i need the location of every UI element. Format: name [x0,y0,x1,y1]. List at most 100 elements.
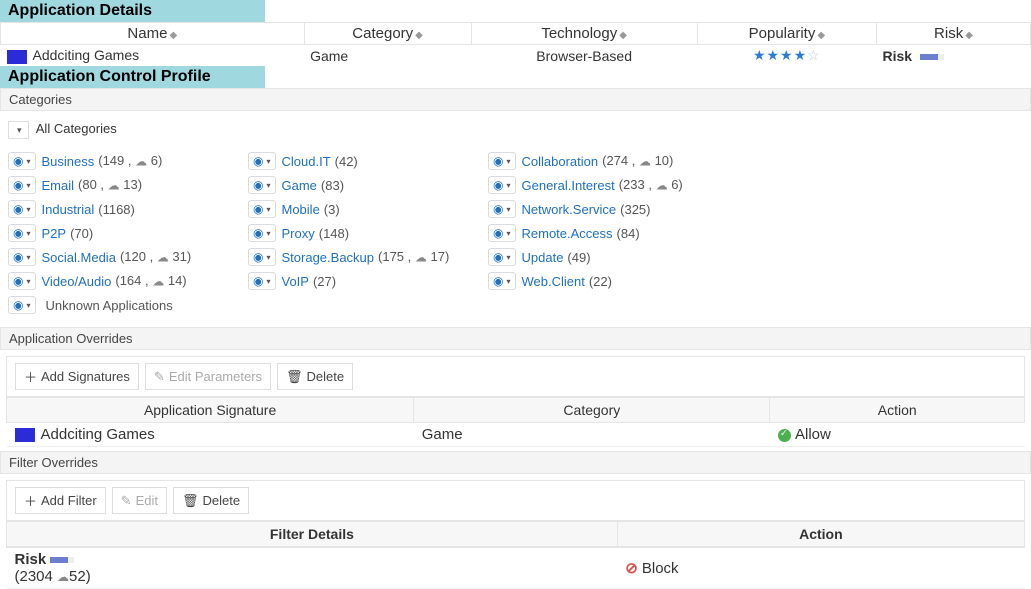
action-dropdown[interactable]: ◉▾ [248,224,276,242]
category-item[interactable]: ◉▾Remote.Access (84) [488,221,698,245]
override-row[interactable]: Addciting Games Game Allow [7,423,1025,447]
eye-icon: ◉ [13,154,23,168]
delete-filter-button[interactable]: 🗑Delete [173,487,249,514]
category-item[interactable]: ◉▾Web.Client (22) [488,269,698,293]
category-link[interactable]: Email [42,178,75,193]
category-item[interactable]: ◉▾ Email (80 , ☁ 13) [8,173,218,197]
app-overrides-toolbar: ＋Add Signatures ✎Edit Parameters 🗑Delete [6,356,1025,397]
action-dropdown[interactable]: ◉▾ [488,200,516,218]
category-item[interactable]: ◉▾General.Interest (233 , ☁ 6) [488,173,698,197]
action-dropdown[interactable]: ◉▾ [488,176,516,194]
action-dropdown[interactable]: ◉▾ [248,152,276,170]
col-technology[interactable]: Technology◆ [471,23,697,45]
cloud-icon: ☁ [157,251,169,265]
edit-button[interactable]: ✎Edit [112,487,167,514]
action-dropdown[interactable]: ◉▾ [248,176,276,194]
app-row[interactable]: Addciting Games Game Browser-Based ★★★★☆… [1,45,1031,67]
action-dropdown[interactable]: ◉▾ [488,152,516,170]
category-link[interactable]: Cloud.IT [282,154,331,169]
category-item[interactable]: ◉▾P2P (70) [8,221,218,245]
eye-icon: ◉ [493,250,503,264]
action-dropdown[interactable]: ◉▾ [8,176,36,194]
category-item[interactable]: ◉▾ Storage.Backup (175 , ☁ 17) [248,245,458,269]
add-filter-button[interactable]: ＋Add Filter [15,487,106,514]
eye-icon: ◉ [13,250,23,264]
category-link[interactable]: VoIP [282,274,309,289]
category-link[interactable]: Storage.Backup [282,250,375,265]
eye-icon: ◉ [13,274,23,288]
col-popularity[interactable]: Popularity◆ [697,23,876,45]
edit-parameters-button[interactable]: ✎Edit Parameters [145,363,271,390]
cloud-icon: ☁ [108,179,120,193]
category-link[interactable]: Proxy [282,226,315,241]
col-signature[interactable]: Application Signature [7,398,414,423]
eye-icon: ◉ [253,274,263,288]
col-action[interactable]: Action [770,398,1025,423]
add-signatures-button[interactable]: ＋Add Signatures [15,363,139,390]
category-link[interactable]: Business [42,154,95,169]
col-risk[interactable]: Risk◆ [876,23,1030,45]
action-dropdown[interactable]: ◉▾ [8,224,36,242]
action-dropdown[interactable]: ◉▾ [8,272,36,290]
category-link[interactable]: Network.Service [522,202,617,217]
category-item[interactable]: ◉▾VoIP (27) [248,269,458,293]
action-dropdown[interactable]: ◉▾ [8,200,36,218]
delete-button[interactable]: 🗑Delete [277,363,353,390]
category-item[interactable]: ◉▾ Update (49) [488,245,698,269]
trash-icon: 🗑 [286,369,303,385]
category-link[interactable]: General.Interest [522,178,615,193]
eye-icon: ◉ [493,202,503,216]
category-link[interactable]: Update [522,250,564,265]
category-item[interactable]: ◉▾Video/Audio (164 , ☁ 14) [8,269,218,293]
category-count: (49) [567,250,590,265]
category-link[interactable]: Mobile [282,202,320,217]
category-item[interactable]: ◉▾Proxy (148) [248,221,458,245]
category-link[interactable]: Industrial [42,202,95,217]
plus-icon: ＋ [24,491,37,510]
all-categories-dropdown[interactable]: ▾ [8,121,29,139]
action-dropdown[interactable]: ◉▾ [488,224,516,242]
category-link[interactable]: Remote.Access [522,226,613,241]
category-item[interactable]: ◉▾Unknown Applications [8,293,218,317]
action-dropdown[interactable]: ◉▾ [248,200,276,218]
category-item[interactable]: ◉▾Network.Service (325) [488,197,698,221]
eye-icon: ◉ [253,178,263,192]
category-link[interactable]: Social.Media [42,250,116,265]
action-dropdown[interactable]: ◉▾ [248,272,276,290]
category-item[interactable]: ◉▾ Social.Media (120 , ☁ 31) [8,245,218,269]
category-link[interactable]: Web.Client [522,274,585,289]
action-dropdown[interactable]: ◉▾ [8,296,36,314]
category-count: (175 , ☁ 17) [378,249,449,265]
category-count: (80 , ☁ 13) [78,177,142,193]
cloud-icon: ☁ [415,251,427,265]
col-name[interactable]: Name◆ [1,23,305,45]
category-count: (3) [324,202,340,217]
category-item[interactable]: ◉▾Cloud.IT (42) [248,149,458,173]
category-item[interactable]: ◉▾Collaboration (274 , ☁ 10) [488,149,698,173]
action-dropdown[interactable]: ◉▾ [8,248,36,266]
filter-row[interactable]: Risk (2304 ☁52) ⊘Block [7,547,1025,589]
category-item[interactable]: ◉▾Game (83) [248,173,458,197]
trash-icon: 🗑 [182,493,199,509]
risk-bar [920,54,938,60]
action-dropdown[interactable]: ◉▾ [488,248,516,266]
action-dropdown[interactable]: ◉▾ [488,272,516,290]
category-item[interactable]: ◉▾ Mobile (3) [248,197,458,221]
category-link[interactable]: Video/Audio [42,274,112,289]
eye-icon: ◉ [13,202,23,216]
col-filter-action[interactable]: Action [617,522,1024,548]
col-category[interactable]: Category [414,398,770,423]
category-item[interactable]: ◉▾Business (149 , ☁ 6) [8,149,218,173]
color-chip [7,50,27,64]
action-dropdown[interactable]: ◉▾ [8,152,36,170]
action-dropdown[interactable]: ◉▾ [248,248,276,266]
col-category[interactable]: Category◆ [304,23,471,45]
category-item[interactable]: ◉▾Industrial (1168) [8,197,218,221]
eye-icon: ◉ [253,154,263,168]
eye-icon: ◉ [493,178,503,192]
col-filter-details[interactable]: Filter Details [7,522,618,548]
category-link[interactable]: Collaboration [522,154,599,169]
category-link[interactable]: Game [282,178,317,193]
category-count: (120 , ☁ 31) [120,249,191,265]
category-link[interactable]: P2P [42,226,67,241]
